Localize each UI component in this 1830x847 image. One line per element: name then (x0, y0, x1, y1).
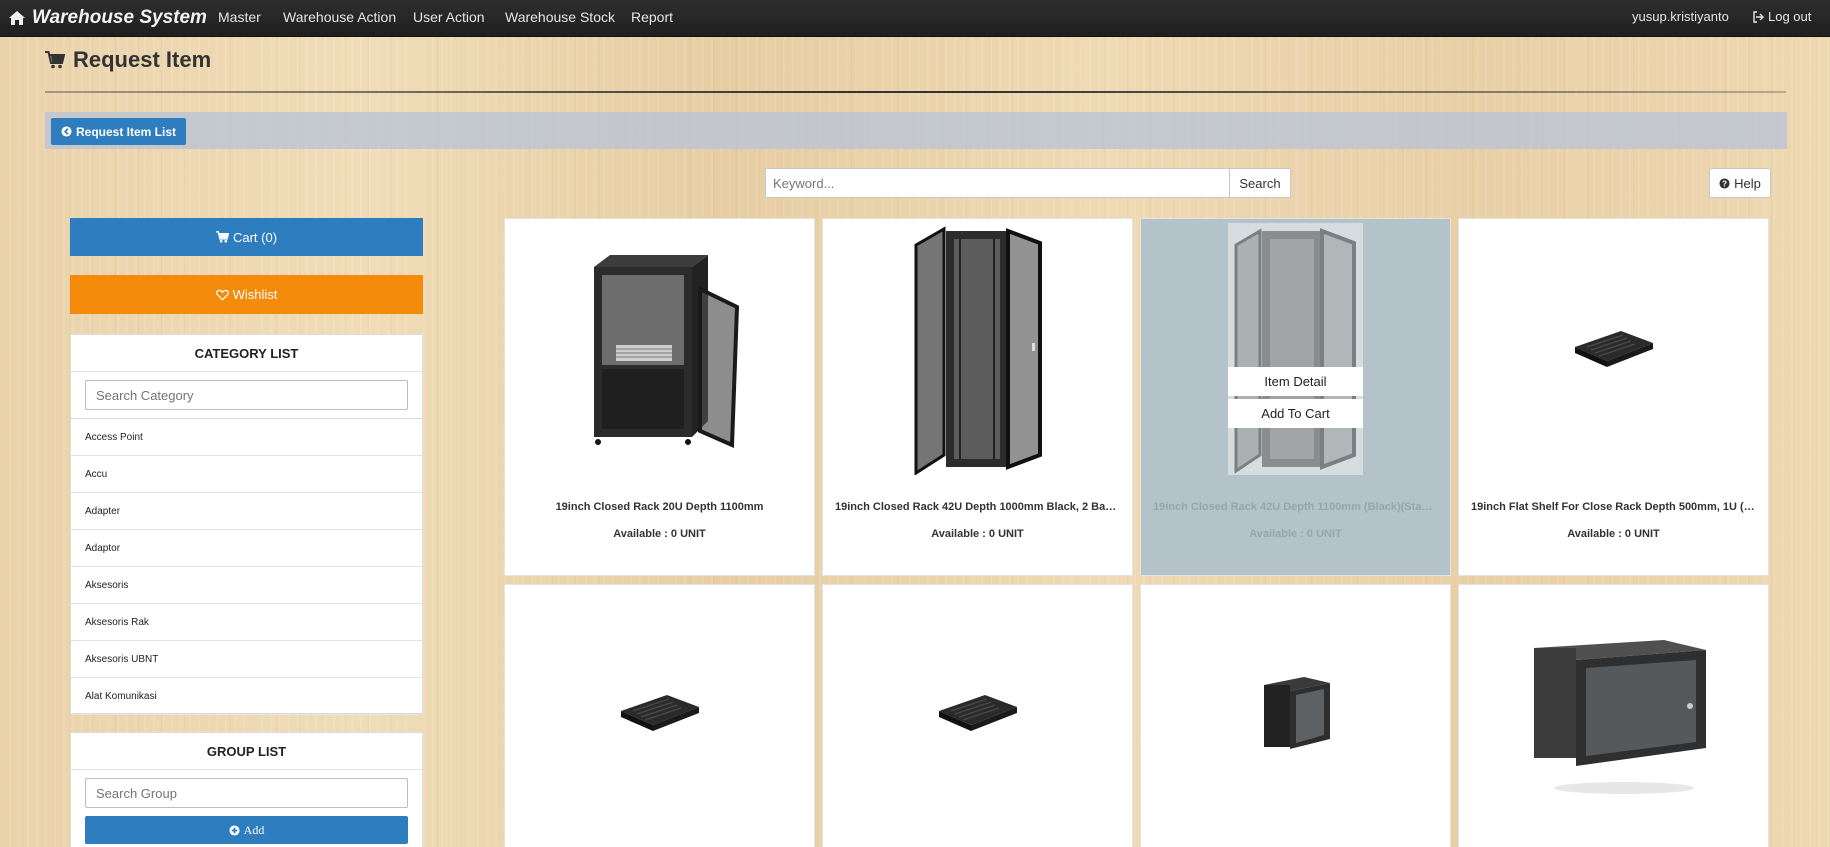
cart-icon (215, 231, 229, 243)
product-card[interactable]: 19inch Closed Rack 20U Depth 1100mm Avai… (504, 218, 815, 576)
product-card-hovered[interactable]: Item Detail Add To Cart 19inch Closed Ra… (1140, 218, 1451, 576)
product-image (1459, 585, 1768, 841)
product-image (823, 219, 1132, 479)
category-item[interactable]: Adaptor (71, 530, 422, 567)
product-availability: Available : 0 UNIT (931, 528, 1024, 540)
cart-label: Cart (0) (232, 229, 278, 245)
nav-master[interactable]: Master (218, 9, 261, 25)
rack-42u-faded-image (1234, 228, 1356, 474)
item-detail-button[interactable]: Item Detail (1228, 367, 1363, 396)
product-image (505, 585, 814, 841)
title-divider (45, 91, 1786, 93)
category-list: Access Point Accu Adapter Adaptor Akseso… (71, 418, 422, 715)
user-menu[interactable]: yusup.kristiyanto (1632, 9, 1729, 24)
nav-user-action[interactable]: User Action (413, 9, 485, 25)
add-group-label: Add (243, 822, 265, 837)
request-item-list-label: Request Item List (76, 124, 177, 139)
product-image (1141, 585, 1450, 841)
cart-button[interactable]: Cart (0) (70, 218, 423, 256)
product-card[interactable]: 19inch Closed Rack 42U Depth 1000mm Blac… (822, 218, 1133, 576)
product-name[interactable]: 19inch Closed Rack 42U Depth 1000mm Blac… (835, 501, 1120, 513)
wall-mount-rack-image (1533, 640, 1706, 794)
product-availability: Available : 0 UNIT (1249, 528, 1342, 540)
product-image (1459, 219, 1768, 479)
small-wall-rack-image (1263, 677, 1330, 749)
product-image (505, 219, 814, 479)
product-image (823, 585, 1132, 841)
category-item[interactable]: Aksesoris UBNT (71, 641, 422, 678)
heart-icon (215, 289, 229, 300)
svg-text:?: ? (1722, 179, 1727, 188)
product-availability: Available : 0 UNIT (613, 528, 706, 540)
help-label: Help (1734, 175, 1761, 191)
group-list-title: GROUP LIST (71, 733, 422, 770)
flat-shelf-image (620, 695, 699, 731)
shopping-cart-icon (45, 51, 65, 69)
rack-42u-image (914, 226, 1042, 475)
logout-icon (1753, 10, 1764, 23)
category-item[interactable]: Adapter (71, 493, 422, 530)
category-item[interactable]: Aksesoris Rak (71, 604, 422, 641)
product-name[interactable]: 19inch Flat Shelf For Close Rack Depth 5… (1471, 501, 1756, 513)
nav-warehouse-action[interactable]: Warehouse Action (283, 9, 396, 25)
search-button[interactable]: Search (1229, 168, 1291, 198)
nav-report[interactable]: Report (631, 9, 673, 25)
product-card[interactable] (504, 584, 815, 847)
question-circle-icon: ? (1719, 177, 1730, 189)
help-button[interactable]: ? Help (1709, 168, 1771, 198)
category-item[interactable]: Accu (71, 456, 422, 493)
wishlist-label: Wishlist (232, 287, 278, 302)
brand-link[interactable]: Warehouse System (8, 6, 207, 30)
product-card[interactable]: 19inch Flat Shelf For Close Rack Depth 5… (1458, 218, 1769, 576)
request-item-list-button[interactable]: Request Item List (51, 118, 187, 145)
page-title-text: Request Item (73, 47, 212, 72)
product-card[interactable] (1140, 584, 1451, 847)
product-name[interactable]: 19inch Closed Rack 42U Depth 1100mm (Bla… (1153, 501, 1438, 513)
brand-title: Warehouse System (32, 7, 207, 28)
product-card[interactable] (1458, 584, 1769, 847)
keyword-search-input[interactable] (765, 168, 1230, 198)
circle-arrow-left-icon (61, 126, 72, 137)
page-title: Request Item (45, 47, 211, 73)
product-availability: Available : 0 UNIT (1567, 528, 1660, 540)
category-item[interactable]: Aksesoris (71, 567, 422, 604)
plus-circle-icon (229, 824, 240, 836)
category-panel: CATEGORY LIST Access Point Accu Adapter … (70, 334, 423, 715)
logout-label: Log out (1768, 9, 1812, 24)
category-item[interactable]: Access Point (71, 419, 422, 456)
product-name[interactable]: 19inch Closed Rack 20U Depth 1100mm (517, 501, 802, 513)
product-image (1141, 219, 1450, 479)
action-bar: Request Item List (45, 112, 1787, 149)
flat-shelf-image (1574, 331, 1653, 367)
group-panel: GROUP LIST Add (70, 732, 423, 847)
add-group-button[interactable]: Add (85, 816, 408, 844)
top-navbar: Warehouse System Master Warehouse Action… (0, 0, 1830, 37)
flat-shelf-image (938, 695, 1017, 731)
nav-warehouse-stock[interactable]: Warehouse Stock (505, 9, 615, 25)
product-card[interactable] (822, 584, 1133, 847)
rack-20u-image (594, 255, 740, 449)
group-search-input[interactable] (85, 778, 408, 808)
logout-link[interactable]: Log out (1752, 9, 1811, 24)
category-item[interactable]: Alat Komunikasi (71, 678, 422, 715)
add-to-cart-button[interactable]: Add To Cart (1228, 399, 1363, 428)
category-list-title: CATEGORY LIST (71, 335, 422, 372)
category-search-input[interactable] (85, 380, 408, 410)
wishlist-button[interactable]: Wishlist (70, 275, 423, 314)
home-icon (9, 11, 25, 25)
